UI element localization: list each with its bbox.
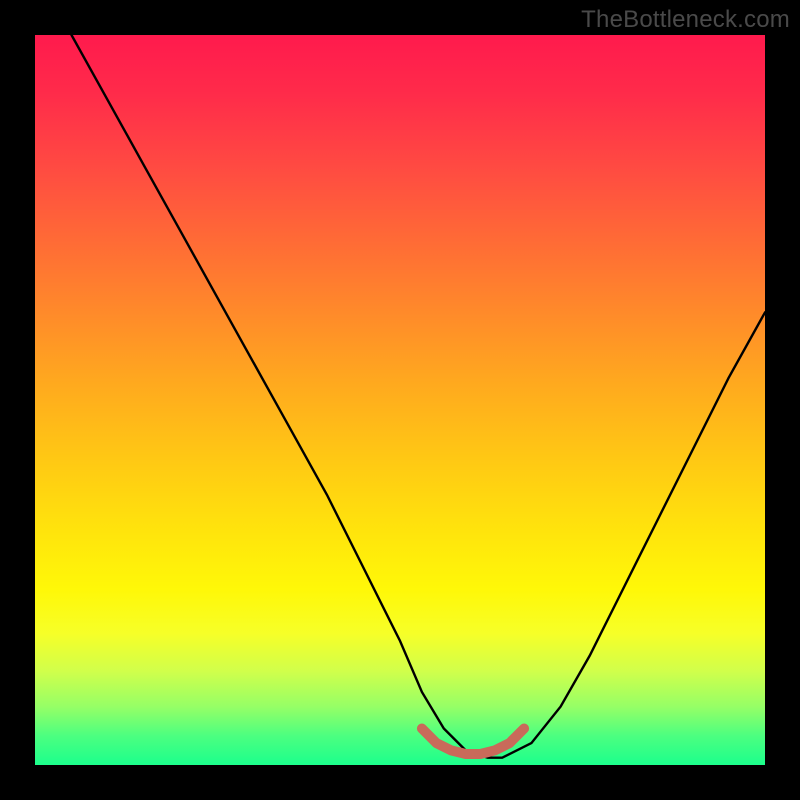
chart-stage: TheBottleneck.com: [0, 0, 800, 800]
curve-layer: [35, 35, 765, 765]
watermark-text: TheBottleneck.com: [581, 6, 790, 34]
highlight-curve: [422, 729, 524, 755]
main-curve: [72, 35, 766, 758]
plot-area: [35, 35, 765, 765]
